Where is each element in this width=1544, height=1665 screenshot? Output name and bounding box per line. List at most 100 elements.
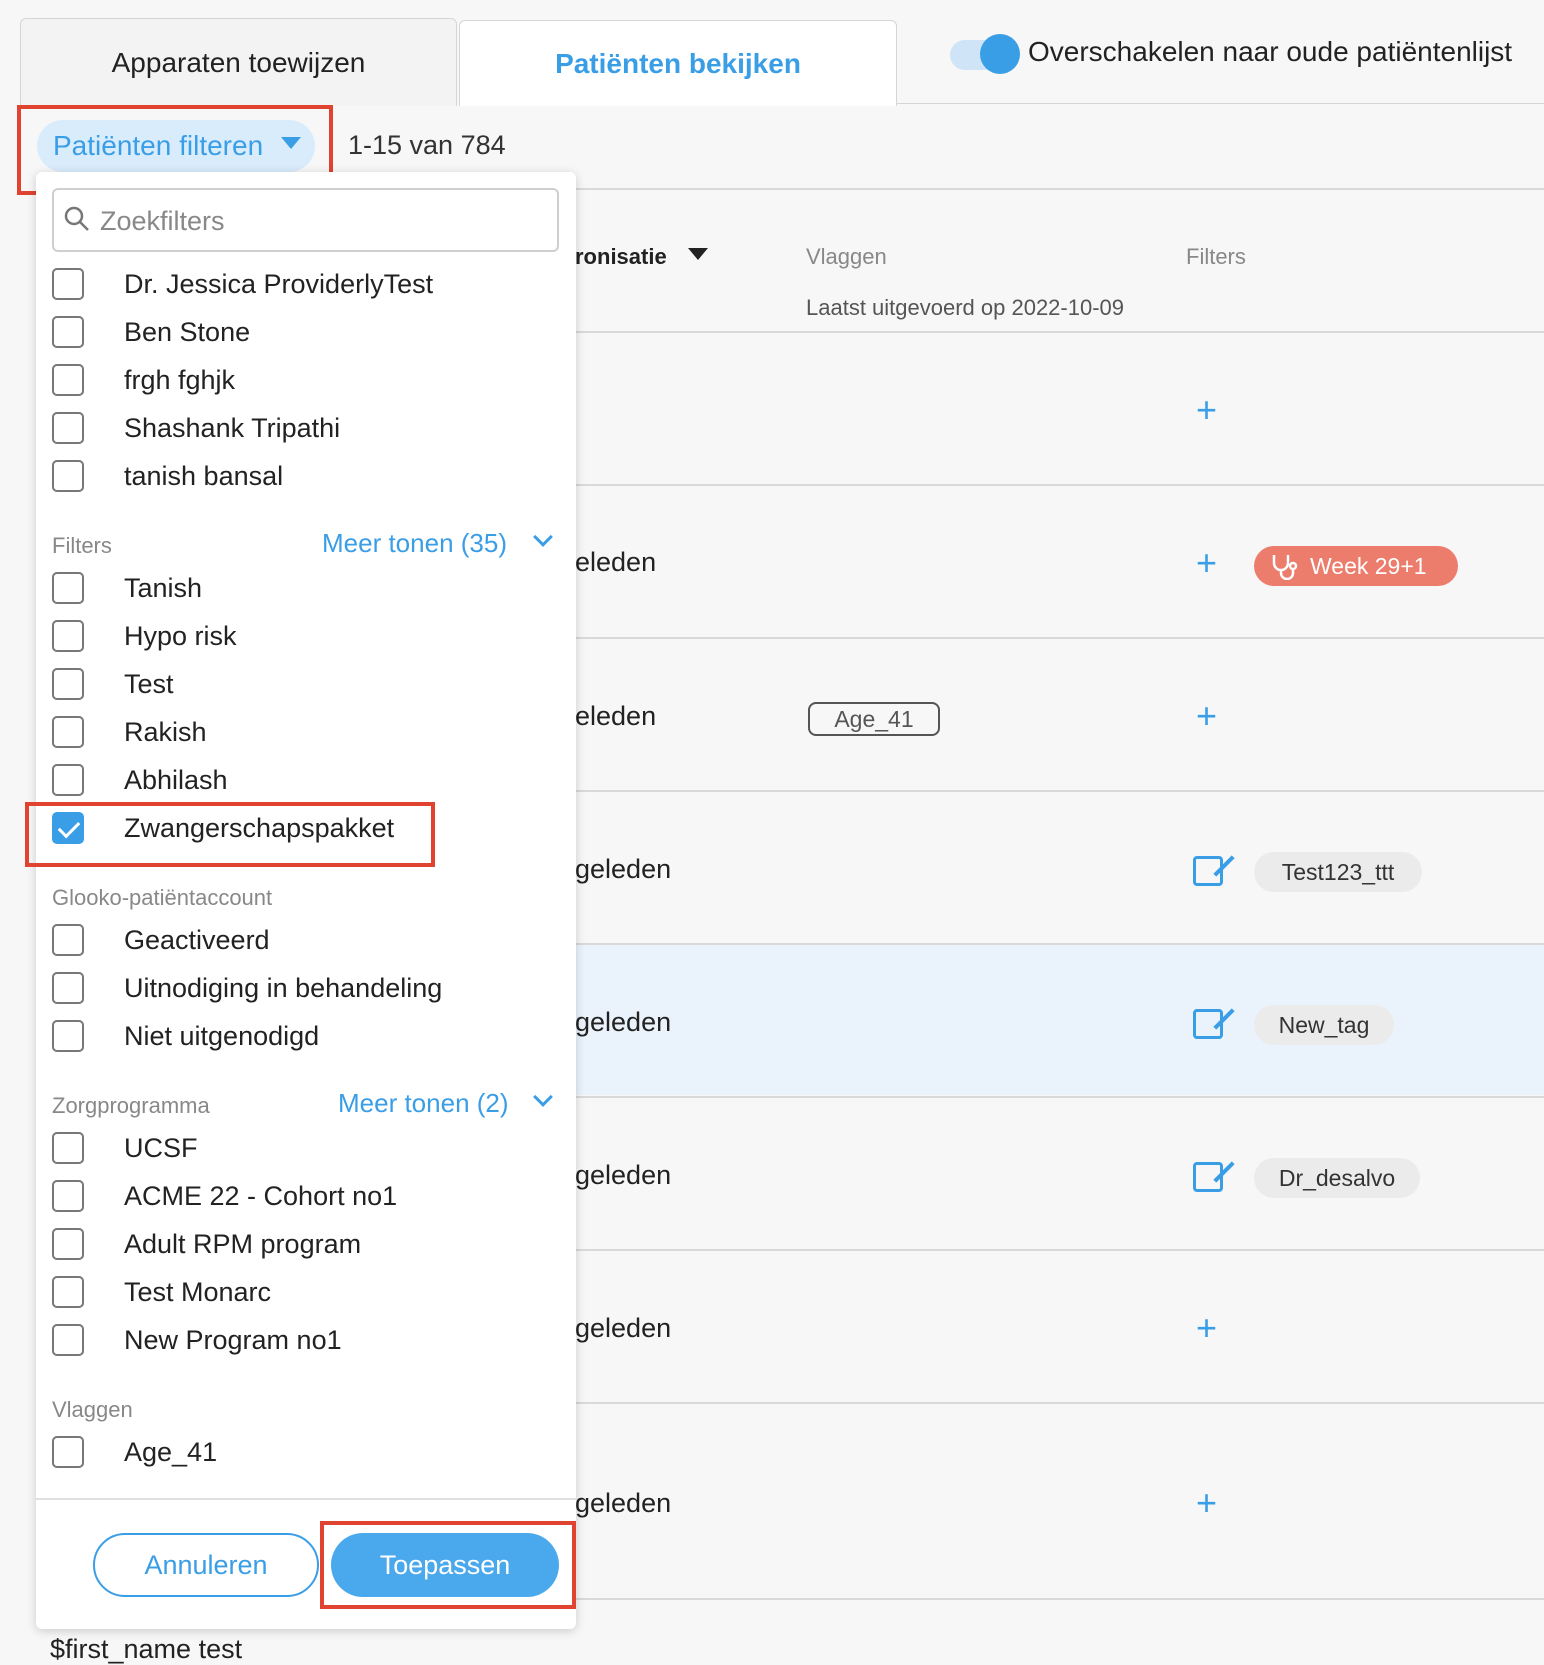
program-label: ACME 22 - Cohort no1 [124,1181,398,1211]
checkbox-program[interactable] [52,1132,84,1164]
checkbox-filter[interactable] [52,716,84,748]
sync-cell: geleden [575,1313,672,1343]
sync-cell: eleden [575,547,657,577]
row-divider [575,331,1544,333]
account-label: Uitnodiging in behandeling [124,973,443,1003]
row-divider [575,790,1544,792]
filter-label: Rakish [124,717,207,747]
pagination-count: 1-15 van 784 [348,130,506,160]
pregnancy-tag: Week 29+1 [1254,546,1458,586]
checkbox-provider[interactable] [52,460,84,492]
row-divider [575,1096,1544,1098]
flag-label: Age_41 [124,1437,218,1467]
provider-label: tanish bansal [124,461,284,491]
toggle-label: Overschakelen naar oude patiëntenlijst [1028,36,1513,67]
checkbox-provider[interactable] [52,316,84,348]
program-label: Test Monarc [124,1277,272,1307]
checkbox-filter[interactable] [52,572,84,604]
search-placeholder: Zoekfilters [100,206,225,236]
row-divider [575,1598,1544,1600]
provider-label: Dr. Jessica ProviderlyTest [124,269,434,299]
filter-label: Tanish [124,573,203,603]
sync-cell: geleden [575,1160,672,1190]
add-filter-button[interactable]: + [1196,698,1217,734]
section-title-account: Glooko-patiëntaccount [52,885,273,910]
show-more-filters-link[interactable]: Meer tonen (35) [322,528,507,559]
sort-down-icon[interactable] [688,248,708,260]
section-title-program: Zorgprogramma [52,1093,210,1118]
tab-assign-devices-label: Apparaten toewijzen [111,46,366,78]
edit-icon[interactable] [1193,1009,1223,1039]
filter-tag: New_tag [1254,1005,1394,1045]
program-label: Adult RPM program [124,1229,362,1259]
highlight-pregnancy-filter [25,802,435,867]
sync-cell: geleden [575,854,672,884]
flag-badge-label: Age_41 [834,705,914,732]
account-label: Geactiveerd [124,925,270,955]
account-label: Niet uitgenodigd [124,1021,320,1051]
filter-label: Abhilash [124,765,228,795]
header-filters: Filters [1186,244,1246,269]
checkbox-flag[interactable] [52,1436,84,1468]
checkbox-filter[interactable] [52,620,84,652]
table-top-border [575,188,1544,190]
show-more-programs-link[interactable]: Meer tonen (2) [338,1088,509,1119]
provider-label: frgh fghjk [124,365,236,395]
cancel-button[interactable]: Annuleren [93,1533,319,1597]
checkbox-account[interactable] [52,924,84,956]
sync-cell: geleden [575,1007,672,1037]
add-filter-button[interactable]: + [1196,545,1217,581]
checkbox-program[interactable] [52,1180,84,1212]
stethoscope-icon [1272,555,1298,580]
add-filter-button[interactable]: + [1196,392,1217,428]
row-divider [575,1402,1544,1404]
tab-assign-devices[interactable]: Apparaten toewijzen [20,18,457,106]
panel-footer-divider [36,1498,576,1500]
table-row-hover[interactable] [575,945,1544,1095]
flag-badge: Age_41 [808,702,940,736]
program-label: New Program no1 [124,1325,342,1355]
search-icon [64,206,89,231]
provider-label: Ben Stone [124,317,251,347]
filter-tag-label: New_tag [1278,1011,1370,1038]
row-divider [575,1249,1544,1251]
sync-cell: geleden [575,1488,672,1518]
highlight-apply-button [320,1521,576,1609]
checkbox-filter[interactable] [52,764,84,796]
checkbox-account[interactable] [52,1020,84,1052]
edit-icon[interactable] [1193,856,1223,886]
program-label: UCSF [124,1133,198,1163]
pregnancy-tag-label: Week 29+1 [1310,552,1427,579]
toggle-knob[interactable] [980,34,1020,74]
checkbox-provider[interactable] [52,364,84,396]
checkbox-provider[interactable] [52,268,84,300]
header-flags: Vlaggen [806,244,887,269]
filter-label: Test [124,669,174,699]
filter-tag: Dr_desalvo [1254,1158,1420,1198]
checkbox-program[interactable] [52,1276,84,1308]
filter-tag-label: Test123_ttt [1281,858,1395,885]
section-title-flags: Vlaggen [52,1397,133,1422]
edit-icon[interactable] [1193,1162,1223,1192]
header-sync: ronisatie [575,244,667,269]
checkbox-program[interactable] [52,1228,84,1260]
filter-tag-label: Dr_desalvo [1278,1164,1396,1191]
checkbox-program[interactable] [52,1324,84,1356]
sync-cell: eleden [575,701,657,731]
filter-label: Hypo risk [124,621,237,651]
row-divider [575,637,1544,639]
add-filter-button[interactable]: + [1196,1310,1217,1346]
tab-view-patients[interactable]: Patiënten bekijken [459,20,897,106]
tab-view-patients-label: Patiënten bekijken [555,47,801,79]
row-divider [575,484,1544,486]
checkbox-provider[interactable] [52,412,84,444]
checkbox-account[interactable] [52,972,84,1004]
checkbox-filter[interactable] [52,668,84,700]
filter-tag: Test123_ttt [1254,852,1422,892]
tab-divider [897,103,1544,104]
patient-name: $first_name test [50,1634,243,1664]
provider-label: Shashank Tripathi [124,413,341,443]
add-filter-button[interactable]: + [1196,1485,1217,1521]
header-last-run: Laatst uitgevoerd op 2022-10-09 [806,295,1125,320]
cancel-button-label: Annuleren [144,1549,268,1580]
